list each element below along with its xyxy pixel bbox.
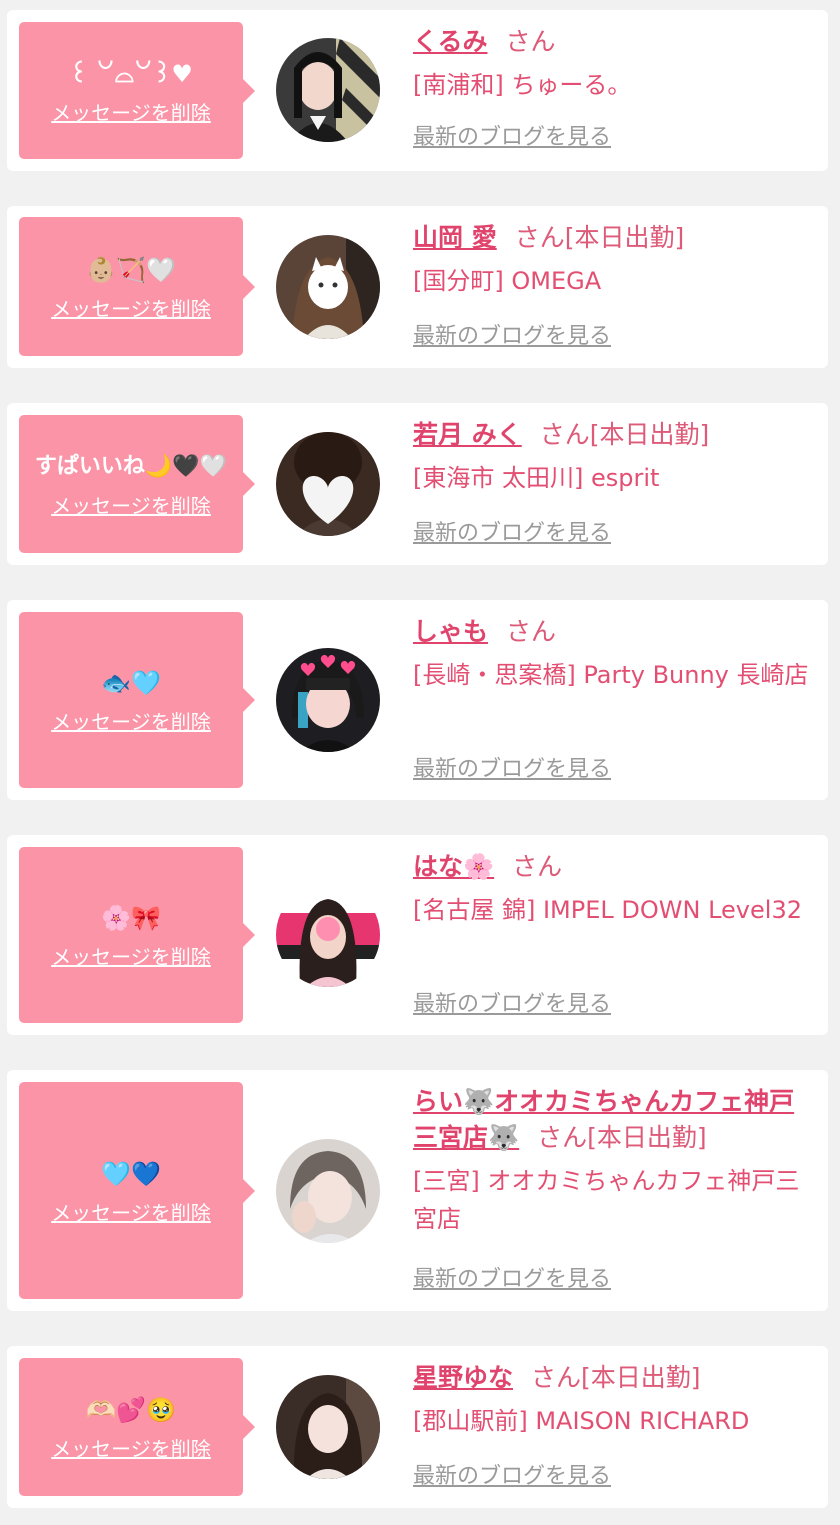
honorific: さん [514, 223, 565, 252]
shop-name: [南浦和] ちゅーる。 [413, 71, 632, 99]
avatar[interactable] [276, 1375, 380, 1479]
message-text: ꒰ ꒡⌓꒡꒱♥ [69, 59, 193, 88]
shop-name: [郡山駅前] MAISON RICHARD [413, 1407, 750, 1435]
avatar-image [276, 235, 380, 339]
latest-blog-link[interactable]: 最新のブログを見る [413, 756, 611, 784]
message-bubble: ꒰ ꒡⌓꒡꒱♥ メッセージを削除 [19, 22, 255, 159]
delete-message-link[interactable]: メッセージを削除 [51, 296, 211, 322]
status-badge: [本日出勤] [589, 420, 710, 449]
avatar-image [276, 38, 380, 142]
shop-name: [名古屋 錦] IMPEL DOWN Level32 [413, 896, 802, 924]
name-line: 星野ゆな さん[本日出勤] [413, 1360, 815, 1396]
honorific: さん [505, 27, 556, 56]
name-line: はな🌸 さん [413, 849, 815, 885]
list-item: 🫶🏻💕🥹 メッセージを削除 星野ゆな さん[本日出勤] [郡山駅前] MAISON… [7, 1346, 828, 1508]
latest-blog-link[interactable]: 最新のブログを見る [413, 1463, 611, 1491]
latest-blog-link[interactable]: 最新のブログを見る [413, 520, 611, 548]
name-line: くるみ さん [413, 24, 815, 60]
honorific: さん [506, 617, 557, 646]
shop-name: [三宮] オオカミちゃんカフェ神戸三宮店 [413, 1167, 800, 1233]
avatar[interactable] [276, 883, 380, 987]
message-bubble: 🌸🎀 メッセージを削除 [19, 847, 255, 1023]
name-line: らい🐺オオカミちゃんカフェ神戸三宮店🐺 さん[本日出勤] [413, 1084, 815, 1156]
name-line: 若月 みく さん[本日出勤] [413, 417, 815, 453]
avatar[interactable] [276, 648, 380, 752]
list-item: 🩵💙 メッセージを削除 らい🐺オオカミちゃんカフェ神戸三宮店🐺 さん[本日出勤] … [7, 1070, 828, 1311]
avatar-image [276, 883, 380, 987]
avatar[interactable] [276, 1139, 380, 1243]
delete-message-link[interactable]: メッセージを削除 [51, 1436, 211, 1462]
avatar[interactable] [276, 235, 380, 339]
message-bubble: 👶🏼🏹🤍 メッセージを削除 [19, 217, 255, 356]
item-info: しゃも さん [長崎・思案橋] Party Bunny 長崎店 [413, 614, 815, 694]
message-text: 🩵💙 [101, 1159, 161, 1188]
list-item: 👶🏼🏹🤍 メッセージを削除 山岡 愛さん[本日出勤] [国分町] OMEGA 最… [7, 206, 828, 368]
delete-message-link[interactable]: メッセージを削除 [51, 944, 211, 970]
cast-name-link[interactable]: くるみ [413, 27, 488, 56]
latest-blog-link[interactable]: 最新のブログを見る [413, 1266, 611, 1294]
item-info: くるみ さん [南浦和] ちゅーる。 [413, 24, 815, 104]
message-bubble: 🩵💙 メッセージを削除 [19, 1082, 255, 1299]
cast-name-link[interactable]: 山岡 愛 [413, 223, 497, 252]
latest-blog-link[interactable]: 最新のブログを見る [413, 323, 611, 351]
name-line: 山岡 愛さん[本日出勤] [413, 220, 815, 256]
item-info: はな🌸 さん [名古屋 錦] IMPEL DOWN Level32 [413, 849, 815, 929]
status-badge: [本日出勤] [564, 223, 685, 252]
avatar[interactable] [276, 38, 380, 142]
status-badge: [本日出勤] [581, 1363, 701, 1392]
avatar-image [276, 648, 380, 752]
latest-blog-link[interactable]: 最新のブログを見る [413, 991, 611, 1019]
list-item: 🌸🎀 メッセージを削除 はな🌸 さん [名古屋 錦] IMPEL DOWN Lev… [7, 835, 828, 1035]
honorific: さん [512, 852, 563, 881]
latest-blog-link[interactable]: 最新のブログを見る [413, 124, 611, 152]
shop-name: [東海市 太田川] esprit [413, 464, 660, 492]
honorific: さん [537, 1123, 588, 1152]
avatar-image [276, 1375, 380, 1479]
delete-message-link[interactable]: メッセージを削除 [51, 1200, 211, 1226]
message-text: 🫶🏻💕🥹 [86, 1396, 176, 1424]
list-item: すぱいいね🌙🖤🤍 メッセージを削除 若月 みく さん[本日出勤] [東海市 太田川… [7, 403, 828, 565]
item-info: 星野ゆな さん[本日出勤] [郡山駅前] MAISON RICHARD [413, 1360, 815, 1440]
message-bubble: 🐟🩵 メッセージを削除 [19, 612, 255, 788]
delete-message-link[interactable]: メッセージを削除 [51, 493, 211, 519]
message-text: 🐟🩵 [101, 669, 161, 697]
message-text: 🌸🎀 [101, 904, 161, 932]
honorific: さん [531, 1363, 582, 1392]
honorific: さん [539, 420, 590, 449]
shop-name: [国分町] OMEGA [413, 267, 602, 295]
status-badge: [本日出勤] [587, 1123, 707, 1152]
avatar[interactable] [276, 432, 380, 536]
shop-name: [長崎・思案橋] Party Bunny 長崎店 [413, 661, 809, 689]
message-text: すぱいいね🌙🖤🤍 [34, 454, 228, 479]
cast-name-link[interactable]: しゃも [413, 617, 488, 646]
list-item: ꒰ ꒡⌓꒡꒱♥ メッセージを削除 くるみ さん [南浦和] ちゅーる。 最新のブ… [7, 10, 828, 171]
delete-message-link[interactable]: メッセージを削除 [51, 709, 211, 735]
item-info: らい🐺オオカミちゃんカフェ神戸三宮店🐺 さん[本日出勤] [三宮] オオカミちゃん… [413, 1084, 815, 1238]
item-info: 若月 みく さん[本日出勤] [東海市 太田川] esprit [413, 417, 815, 497]
avatar-image [276, 1139, 380, 1243]
cast-name-link[interactable]: 星野ゆな [413, 1363, 513, 1392]
list-item: 🐟🩵 メッセージを削除 しゃも さん [長崎・思案橋] Party Bunny … [7, 600, 828, 800]
cast-name-link[interactable]: 若月 みく [413, 420, 522, 449]
name-line: しゃも さん [413, 614, 815, 650]
message-list: ꒰ ꒡⌓꒡꒱♥ メッセージを削除 くるみ さん [南浦和] ちゅーる。 最新のブ… [0, 0, 840, 1525]
message-bubble: 🫶🏻💕🥹 メッセージを削除 [19, 1358, 255, 1496]
delete-message-link[interactable]: メッセージを削除 [51, 100, 211, 126]
message-text: 👶🏼🏹🤍 [86, 255, 176, 284]
item-info: 山岡 愛さん[本日出勤] [国分町] OMEGA [413, 220, 815, 300]
cast-name-link[interactable]: はな🌸 [413, 852, 494, 881]
message-bubble: すぱいいね🌙🖤🤍 メッセージを削除 [19, 415, 255, 553]
avatar-image [276, 432, 380, 536]
